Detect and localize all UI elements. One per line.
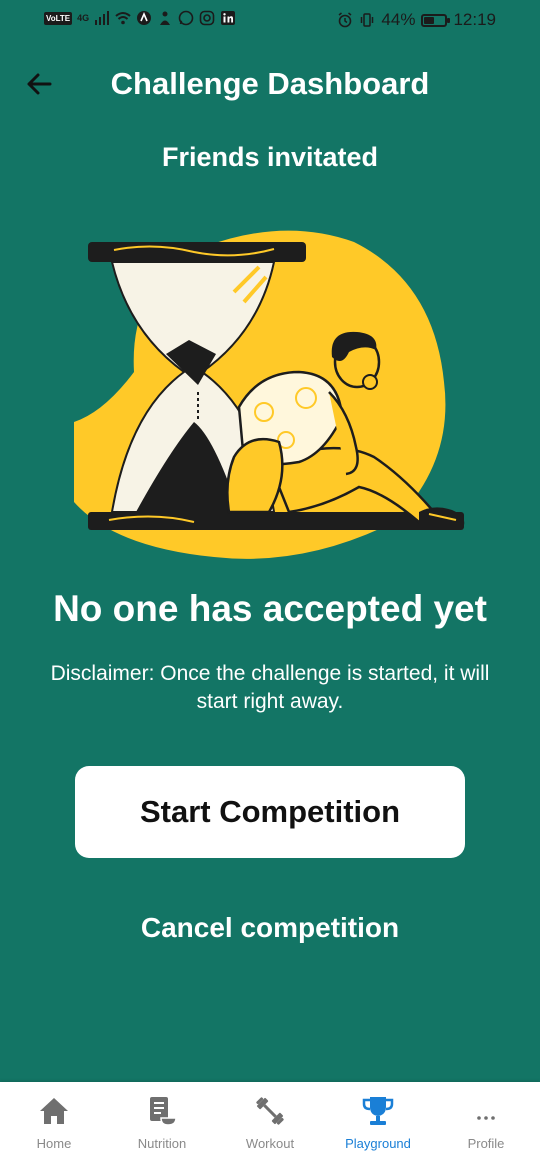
- status-headline: No one has accepted yet: [53, 588, 487, 629]
- battery-percent: 44%: [381, 10, 416, 29]
- nav-item-workout[interactable]: Workout: [216, 1082, 324, 1156]
- page-title: Challenge Dashboard: [110, 66, 430, 101]
- start-competition-button[interactable]: Start Competition: [75, 766, 465, 858]
- status-left: VoLTE 4G: [44, 10, 236, 26]
- volte-badge: VoLTE: [44, 11, 73, 25]
- nav-label: Nutrition: [137, 1136, 187, 1151]
- battery-level: [424, 16, 435, 24]
- cancel-competition-link[interactable]: Cancel competition: [0, 912, 540, 944]
- nav-item-nutrition[interactable]: Nutrition: [108, 1082, 216, 1156]
- page-subtitle: Friends invitated: [161, 142, 379, 172]
- nav-label: Workout: [245, 1136, 295, 1151]
- network-type: 4G: [77, 13, 90, 23]
- trophy-icon: [362, 1097, 394, 1125]
- app-notification-icon: [160, 11, 171, 25]
- status-time: 12:19: [453, 10, 496, 29]
- bottom-navigation: Home Nutrition Workout Playground Profil…: [0, 1082, 540, 1156]
- instagram-icon: [199, 10, 215, 26]
- nav-item-home[interactable]: Home: [0, 1082, 108, 1156]
- more-dots-icon: [477, 1116, 495, 1120]
- whatsapp-icon: [178, 10, 194, 26]
- nav-item-profile[interactable]: Profile: [432, 1082, 540, 1156]
- app-notification-icon: [137, 11, 152, 25]
- app-header: Challenge Dashboard: [0, 60, 540, 110]
- waiting-illustration: [74, 230, 465, 559]
- linkedin-icon: [221, 11, 236, 25]
- nav-item-playground[interactable]: Playground: [324, 1082, 432, 1156]
- nav-label: Playground: [345, 1136, 411, 1151]
- status-bar: VoLTE 4G 44% 12:19: [0, 0, 540, 40]
- nav-label: Home: [36, 1136, 72, 1151]
- home-icon: [40, 1098, 68, 1124]
- disclaimer-text: Disclaimer: Once the challenge is starte…: [50, 662, 490, 713]
- signal-icon: [95, 11, 110, 25]
- battery-icon: [421, 13, 451, 27]
- vibrate-icon: [361, 13, 374, 27]
- alarm-icon: [338, 12, 352, 28]
- dumbbell-icon: [256, 1097, 284, 1125]
- nutrition-icon: [150, 1097, 177, 1126]
- wifi-icon: [115, 12, 131, 25]
- status-right: 44% 12:19: [337, 10, 496, 30]
- nav-label: Profile: [467, 1136, 505, 1151]
